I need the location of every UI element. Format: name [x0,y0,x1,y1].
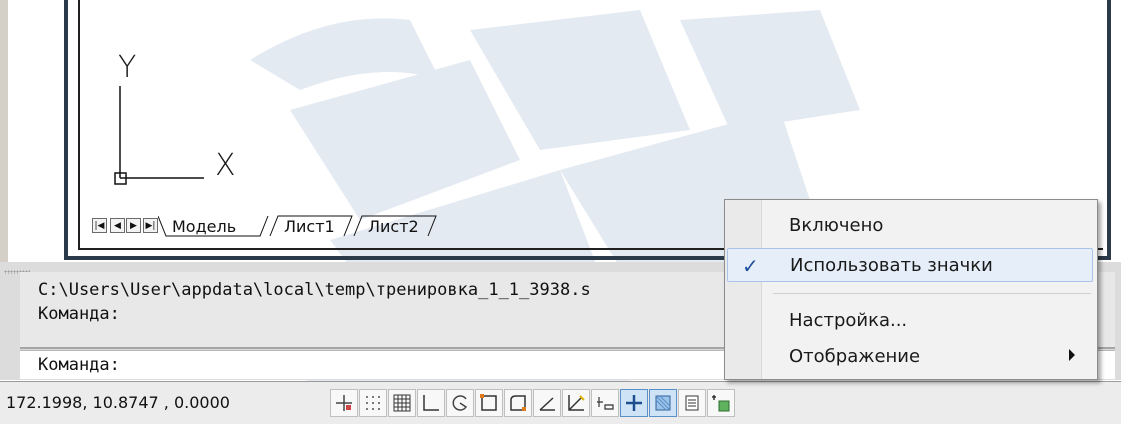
menu-item-label: Настройка... [789,310,908,331]
menu-item-settings[interactable]: Настройка... [727,304,1093,338]
3d-object-snap-icon[interactable] [504,389,532,417]
context-menu: Включено ✓ Использовать значки Настройка… [724,199,1098,380]
checkmark-icon: ✓ [742,254,759,278]
grid-icon[interactable] [388,389,416,417]
dynamic-ucs-icon[interactable] [562,389,590,417]
submenu-arrow-icon [1069,349,1075,361]
viewport-frame-right [1107,0,1111,260]
menu-item-label: Использовать значки [790,255,993,276]
menu-item-label: Включено [789,215,884,236]
object-snap-icon[interactable] [475,389,503,417]
menu-item-enabled[interactable]: Включено [727,209,1093,243]
polar-icon[interactable] [446,389,474,417]
first-layout-button[interactable]: |◀ [92,218,107,233]
transparency-icon[interactable] [649,389,677,417]
menu-item-label: Отображение [789,346,921,367]
tab-layout1[interactable]: Лист1 [284,217,335,236]
coordinates-readout[interactable]: 172.1998, 10.8747 , 0.0000 [6,393,230,412]
prev-layout-button[interactable]: ◀ [110,218,125,233]
command-history-line: C:\Users\User\appdata\local\temp\трениро… [38,280,591,300]
selection-cycling-icon[interactable] [707,389,735,417]
menu-item-use-icons[interactable]: ✓ Использовать значки [727,248,1093,282]
infer-constraints-icon[interactable] [330,389,358,417]
command-prompt: Команда: [38,355,120,375]
tab-layout2[interactable]: Лист2 [368,217,419,236]
ucs-y-label: Y [118,50,137,85]
menu-item-display[interactable]: Отображение [727,340,1093,374]
command-history-line: Команда: [38,304,120,324]
quick-properties-icon[interactable] [678,389,706,417]
menu-separator [773,293,1091,294]
object-snap-tracking-icon[interactable] [533,389,561,417]
ucs-icon [114,86,204,185]
left-panel-edge [0,0,8,262]
ortho-icon[interactable] [417,389,445,417]
tab-model[interactable]: Модель [172,217,236,236]
last-layout-button[interactable]: ▶| [143,218,158,233]
lineweight-icon[interactable] [620,389,648,417]
ucs-x-label: X [215,148,236,183]
next-layout-button[interactable]: ▶ [126,218,141,233]
status-bar: 172.1998, 10.8747 , 0.0000 [0,381,1121,424]
dynamic-input-icon[interactable] [591,389,619,417]
snap-icon[interactable] [359,389,387,417]
